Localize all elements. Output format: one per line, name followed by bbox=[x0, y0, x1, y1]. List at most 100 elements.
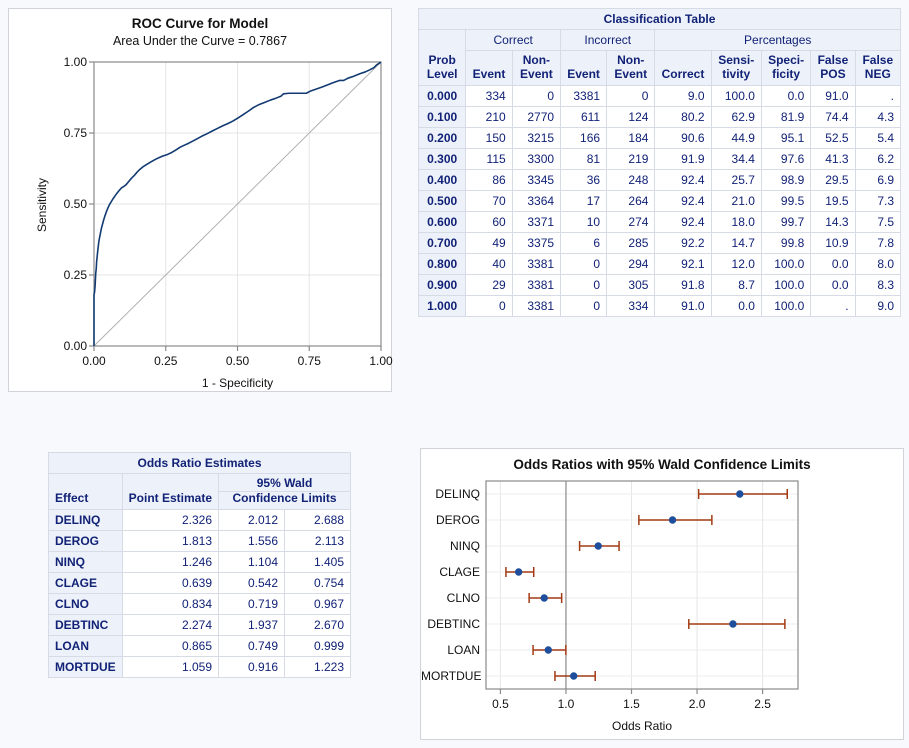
table-cell: 80.2 bbox=[654, 105, 712, 128]
table-cell: 3381 bbox=[560, 84, 608, 107]
forest-plot-area bbox=[485, 480, 799, 694]
forest-x-axis-label: Odds Ratio bbox=[611, 719, 673, 733]
table-cell: 8.0 bbox=[854, 252, 902, 275]
roc-x-tick-label: 0.25 bbox=[154, 354, 178, 368]
classification-column-header-row: Event Non- Event Event Non- Event Correct Sensi… bbox=[419, 50, 902, 86]
table-row: 0.700 49 3375 6 285 92.2 14.7 99.8 10.9 7.8 bbox=[417, 231, 902, 254]
table-cell: 6.9 bbox=[854, 168, 902, 191]
prob-level-cell: 0.700 bbox=[417, 231, 467, 254]
table-cell: 210 bbox=[465, 105, 513, 128]
effect-cell: LOAN bbox=[48, 634, 123, 657]
table-cell: 17 bbox=[560, 189, 608, 212]
table-cell: 305 bbox=[606, 273, 656, 296]
table-cell: 0 bbox=[560, 252, 608, 275]
forest-category-label: DELINQ bbox=[435, 487, 480, 501]
table-cell: 18.0 bbox=[710, 210, 762, 233]
prob-level-cell: 0.600 bbox=[417, 210, 467, 233]
table-cell: 99.5 bbox=[760, 189, 812, 212]
prob-level-cell: 0.500 bbox=[417, 189, 467, 212]
table-cell: 1.104 bbox=[218, 550, 285, 573]
forest-category-label: CLAGE bbox=[439, 565, 480, 579]
table-cell: 2.113 bbox=[284, 529, 351, 552]
table-cell: 248 bbox=[606, 168, 656, 191]
table-row: 0.500 70 3364 17 264 92.4 21.0 99.5 19.5 7.3 bbox=[417, 189, 902, 212]
table-cell: 21.0 bbox=[710, 189, 762, 212]
odds-ratio-estimates-table: Odds Ratio Estimates Effect Point Estima… bbox=[48, 452, 351, 678]
table-cell: 3381 bbox=[511, 294, 562, 317]
table-cell: 3381 bbox=[511, 252, 562, 275]
group-header-percentages: Percentages bbox=[654, 29, 901, 51]
table-row: DELINQ 2.326 2.012 2.688 bbox=[48, 508, 351, 531]
table-cell: 0.865 bbox=[121, 634, 220, 657]
table-cell: 92.2 bbox=[654, 231, 712, 254]
table-cell: 86 bbox=[465, 168, 513, 191]
table-cell: 92.1 bbox=[654, 252, 712, 275]
table-cell: 3300 bbox=[511, 147, 562, 170]
roc-y-tick-label: 0.00 bbox=[63, 339, 87, 353]
table-cell: 1.223 bbox=[284, 655, 351, 678]
table-cell: 29.5 bbox=[810, 168, 856, 191]
table-cell: 52.5 bbox=[810, 126, 856, 149]
table-cell: 0 bbox=[606, 84, 656, 107]
classification-col-header-prob-level: Prob Level bbox=[417, 29, 467, 86]
roc-x-tick-label: 0.50 bbox=[225, 354, 250, 368]
table-cell: 36 bbox=[560, 168, 608, 191]
table-cell: 34.4 bbox=[710, 147, 762, 170]
effect-cell: DELINQ bbox=[48, 508, 123, 531]
table-cell: 40 bbox=[465, 252, 513, 275]
table-cell: 0.834 bbox=[121, 592, 220, 615]
table-row: 0.800 40 3381 0 294 92.1 12.0 100.0 0.0 8.0 bbox=[417, 252, 902, 275]
table-cell: 0 bbox=[560, 294, 608, 317]
table-cell: 14.3 bbox=[810, 210, 856, 233]
table-cell: 0.639 bbox=[121, 571, 220, 594]
table-row: DEBTINC 2.274 1.937 2.670 bbox=[48, 613, 351, 636]
table-cell: 2.012 bbox=[218, 508, 285, 531]
table-cell: 7.5 bbox=[854, 210, 902, 233]
table-cell: 99.7 bbox=[760, 210, 812, 233]
table-cell: 100.0 bbox=[760, 273, 812, 296]
table-cell: 0.916 bbox=[218, 655, 285, 678]
table-cell: 2770 bbox=[511, 105, 562, 128]
table-cell: 98.9 bbox=[760, 168, 812, 191]
table-cell: 166 bbox=[560, 126, 608, 149]
forest-category-label: NINQ bbox=[450, 539, 480, 553]
table-cell: 1.813 bbox=[121, 529, 220, 552]
table-cell: 25.7 bbox=[710, 168, 762, 191]
table-cell: 91.0 bbox=[810, 84, 856, 107]
table-cell: 10 bbox=[560, 210, 608, 233]
table-cell: 81 bbox=[560, 147, 608, 170]
forest-x-tick-label: 2.0 bbox=[688, 697, 706, 711]
table-cell: 2.274 bbox=[121, 613, 220, 636]
table-cell: 7.8 bbox=[854, 231, 902, 254]
table-cell: 0 bbox=[465, 294, 513, 317]
table-row: 1.000 0 3381 0 334 91.0 0.0 100.0. 9.0 bbox=[417, 294, 902, 317]
table-cell: 334 bbox=[606, 294, 656, 317]
table-cell: 41.3 bbox=[810, 147, 856, 170]
table-cell: 1.556 bbox=[218, 529, 285, 552]
roc-y-tick-label: 0.75 bbox=[63, 126, 87, 140]
table-cell: 0.749 bbox=[218, 634, 285, 657]
effect-cell: MORTDUE bbox=[48, 655, 123, 678]
table-cell: 611 bbox=[560, 105, 608, 128]
table-row: 0.900 29 3381 0 305 91.8 8.7 100.0 0.0 8.3 bbox=[417, 273, 902, 296]
forest-category-label: CLNO bbox=[446, 591, 480, 605]
effect-cell: DEROG bbox=[48, 529, 123, 552]
table-cell: 10.9 bbox=[810, 231, 856, 254]
table-cell: 9.0 bbox=[654, 84, 712, 107]
sas-output-page: ROC Curve for Model Area Under the Curve… bbox=[0, 0, 909, 748]
table-cell: 91.8 bbox=[654, 273, 712, 296]
table-cell: 0.999 bbox=[284, 634, 351, 657]
classification-table-body: 0.000 334 0 3381 0 9.0 100.0 0.0 91.0. 0.100 210 27… bbox=[417, 84, 902, 317]
group-header-incorrect: Incorrect bbox=[560, 29, 656, 51]
odds-col-point-estimate: Point Estimate bbox=[121, 473, 220, 510]
table-cell: 2.326 bbox=[121, 508, 220, 531]
effect-cell: NINQ bbox=[48, 550, 123, 573]
forest-category-label: LOAN bbox=[447, 643, 480, 657]
forest-x-tick-label: 1.0 bbox=[557, 697, 575, 711]
table-cell: 219 bbox=[606, 147, 656, 170]
table-cell: 0.0 bbox=[810, 273, 856, 296]
roc-y-axis-label: Sensitivity bbox=[35, 177, 49, 232]
table-row: LOAN 0.865 0.749 0.999 bbox=[48, 634, 351, 657]
forest-x-tick-label: 2.5 bbox=[754, 697, 771, 711]
classification-table: Classification Table Prob Level Correct I… bbox=[417, 8, 902, 317]
